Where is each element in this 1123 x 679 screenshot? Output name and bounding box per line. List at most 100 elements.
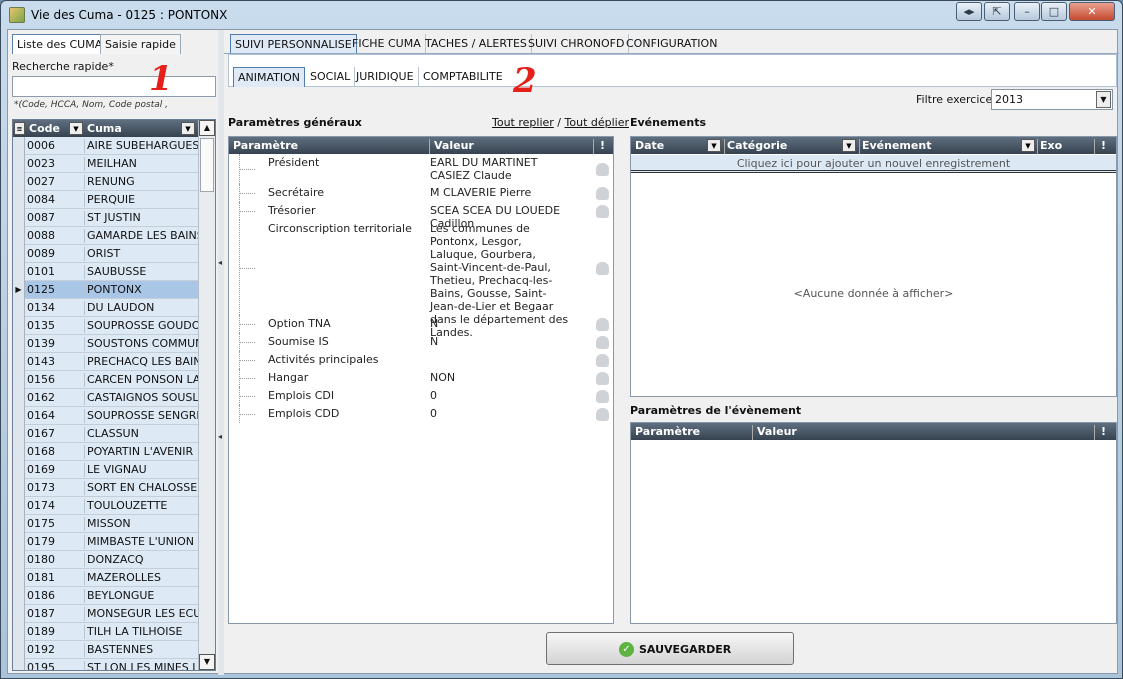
tab-social[interactable]: SOCIAL — [306, 67, 356, 87]
tab-juridique[interactable]: JURIDIQUE — [352, 67, 419, 87]
bell-icon[interactable] — [596, 318, 609, 331]
param-row[interactable]: Hangar NON — [229, 369, 613, 387]
table-row[interactable]: 0156CARCEN PONSON LA M — [13, 371, 199, 389]
column-header-alert[interactable]: ! — [1094, 139, 1106, 154]
bell-icon[interactable] — [596, 163, 609, 176]
restore-layout-icon[interactable]: ◂▸ — [956, 2, 982, 21]
minimize-button[interactable]: – — [1014, 2, 1040, 21]
param-value[interactable]: N — [430, 317, 570, 330]
param-value[interactable]: 0 — [430, 389, 570, 402]
column-header-code[interactable]: Code — [29, 122, 60, 135]
table-row[interactable]: 0139 SOUSTONS COMMUNA — [13, 335, 199, 353]
table-row[interactable]: 0168 POYARTIN L'AVENIR — [13, 443, 199, 461]
param-row[interactable]: Président EARL DU MARTINET CASIEZ Claude — [229, 154, 613, 184]
param-value[interactable]: 0 — [430, 407, 570, 420]
param-row[interactable]: Secrétaire M CLAVERIE Pierre — [229, 184, 613, 202]
tab-suivi-personnalise[interactable]: SUIVI PERSONNALISE — [230, 34, 357, 54]
param-value[interactable]: NON — [430, 371, 570, 384]
table-row[interactable]: 0087 ST JUSTIN — [13, 209, 199, 227]
param-value[interactable]: EARL DU MARTINET CASIEZ Claude — [430, 156, 570, 182]
param-row[interactable]: Soumise IS N — [229, 333, 613, 351]
column-chooser-icon[interactable]: ≡ — [14, 122, 25, 135]
column-header-date[interactable]: Date — [635, 139, 664, 152]
scroll-thumb[interactable] — [200, 138, 214, 192]
tab-fiche-cuma[interactable]: FICHE CUMA — [348, 34, 426, 54]
param-row[interactable]: Emplois CDI 0 — [229, 387, 613, 405]
table-row[interactable]: 0180 DONZACQ — [13, 551, 199, 569]
table-row[interactable]: 0006 AIRE SUBEHARGUES — [13, 137, 199, 155]
bell-icon[interactable] — [596, 408, 609, 421]
bell-icon[interactable] — [596, 262, 609, 275]
tab-configuration[interactable]: CONFIGURATION — [622, 34, 721, 54]
table-row[interactable]: 0023 MEILHAN — [13, 155, 199, 173]
column-header-alert[interactable]: ! — [1094, 425, 1106, 440]
close-button[interactable]: ✕ — [1069, 2, 1115, 21]
tab-comptabilite[interactable]: COMPTABILITE — [419, 67, 507, 87]
table-row[interactable]: 0027 RENUNG — [13, 173, 199, 191]
column-header-evenement[interactable]: Evénement — [859, 139, 931, 154]
bell-icon[interactable] — [596, 372, 609, 385]
filter-dropdown-icon[interactable]: ▼ — [69, 122, 83, 135]
filter-dropdown-icon[interactable]: ▼ — [707, 139, 721, 152]
table-row[interactable]: 0179 MIMBASTE L'UNION — [13, 533, 199, 551]
param-row[interactable]: Emplois CDD 0 — [229, 405, 613, 423]
column-header-valeur[interactable]: Valeur — [429, 139, 474, 154]
scroll-down-icon[interactable]: ▼ — [199, 654, 215, 670]
table-row[interactable]: 0175 MISSON — [13, 515, 199, 533]
table-row[interactable]: 0164 SOUPROSSE SENGRES — [13, 407, 199, 425]
table-row[interactable]: 0192 BASTENNES — [13, 641, 199, 659]
table-row[interactable]: 0134 DU LAUDON — [13, 299, 199, 317]
column-header-valeur[interactable]: Valeur — [752, 425, 797, 440]
table-row[interactable]: 0089 ORIST — [13, 245, 199, 263]
tab-animation[interactable]: ANIMATION — [233, 67, 306, 87]
add-record-row[interactable]: Cliquez ici pour ajouter un nouvel enreg… — [631, 155, 1116, 173]
filter-dropdown-icon[interactable]: ▼ — [181, 122, 195, 135]
table-row[interactable]: 0186 BEYLONGUE — [13, 587, 199, 605]
param-row[interactable]: Activités principales — [229, 351, 613, 369]
column-header-alert[interactable]: ! — [593, 139, 613, 154]
table-row[interactable]: 0084 PERQUIE — [13, 191, 199, 209]
table-row[interactable]: 0173 SORT EN CHALOSSE — [13, 479, 199, 497]
bell-icon[interactable] — [596, 354, 609, 367]
scroll-up-icon[interactable]: ▲ — [199, 120, 215, 136]
table-row[interactable]: 0143 PRECHACQ LES BAINS — [13, 353, 199, 371]
table-row[interactable]: 0169 LE VIGNAU — [13, 461, 199, 479]
filter-dropdown-icon[interactable]: ▼ — [1021, 139, 1035, 152]
table-row[interactable]: 0167 CLASSUN — [13, 425, 199, 443]
param-row[interactable]: Option TNA N — [229, 315, 613, 333]
table-row[interactable]: 0135SOUPROSSE GOUDOSS — [13, 317, 199, 335]
table-row[interactable]: ▶ 0125 PONTONX — [13, 281, 199, 299]
table-row[interactable]: 0195ST LON LES MINES LA L — [13, 659, 199, 670]
column-header-categorie[interactable]: Catégorie — [724, 139, 787, 154]
table-row[interactable]: 0162CASTAIGNOS SOUSLEN — [13, 389, 199, 407]
column-header-parametre[interactable]: Paramètre — [635, 425, 700, 438]
tab-suivi-chronofd[interactable]: SUIVI CHRONOFD — [524, 34, 630, 54]
vertical-scrollbar[interactable]: ▲ ▼ — [198, 120, 215, 670]
collapse-left-icon[interactable]: ◂ — [218, 432, 222, 441]
chevron-down-icon[interactable]: ▼ — [1096, 91, 1111, 108]
table-row[interactable]: 0174 TOULOUZETTE — [13, 497, 199, 515]
bell-icon[interactable] — [596, 336, 609, 349]
filter-dropdown-icon[interactable]: ▼ — [842, 139, 856, 152]
table-row[interactable]: 0101 SAUBUSSE — [13, 263, 199, 281]
bell-icon[interactable] — [596, 205, 609, 218]
export-icon[interactable]: ⇱ — [984, 2, 1010, 21]
collapse-left-icon[interactable]: ◂ — [218, 258, 222, 267]
tab-taches-alertes[interactable]: TACHES / ALERTES — [421, 34, 532, 54]
param-row[interactable]: Trésorier SCEA SCEA DU LOUEDE Cadillon — [229, 202, 613, 230]
column-header-cuma[interactable]: Cuma — [87, 122, 122, 135]
tab-saisie-rapide[interactable]: Saisie rapide — [100, 34, 181, 54]
table-row[interactable]: 0181 MAZEROLLES — [13, 569, 199, 587]
param-value[interactable]: M CLAVERIE Pierre — [430, 186, 570, 199]
table-row[interactable]: 0088 GAMARDE LES BAINS — [13, 227, 199, 245]
table-row[interactable]: 0189 TILH LA TILHOISE — [13, 623, 199, 641]
bell-icon[interactable] — [596, 390, 609, 403]
param-value[interactable]: N — [430, 335, 570, 348]
search-input[interactable] — [12, 76, 216, 97]
expand-all-link[interactable]: Tout déplier — [565, 116, 630, 129]
collapse-all-link[interactable]: Tout replier — [492, 116, 554, 129]
table-row[interactable]: 0187MONSEGUR LES ECURE — [13, 605, 199, 623]
column-header-exo[interactable]: Exo — [1037, 139, 1062, 154]
save-button[interactable]: ✓ SAUVEGARDER — [546, 632, 794, 665]
column-header-parametre[interactable]: Paramètre — [233, 139, 298, 152]
